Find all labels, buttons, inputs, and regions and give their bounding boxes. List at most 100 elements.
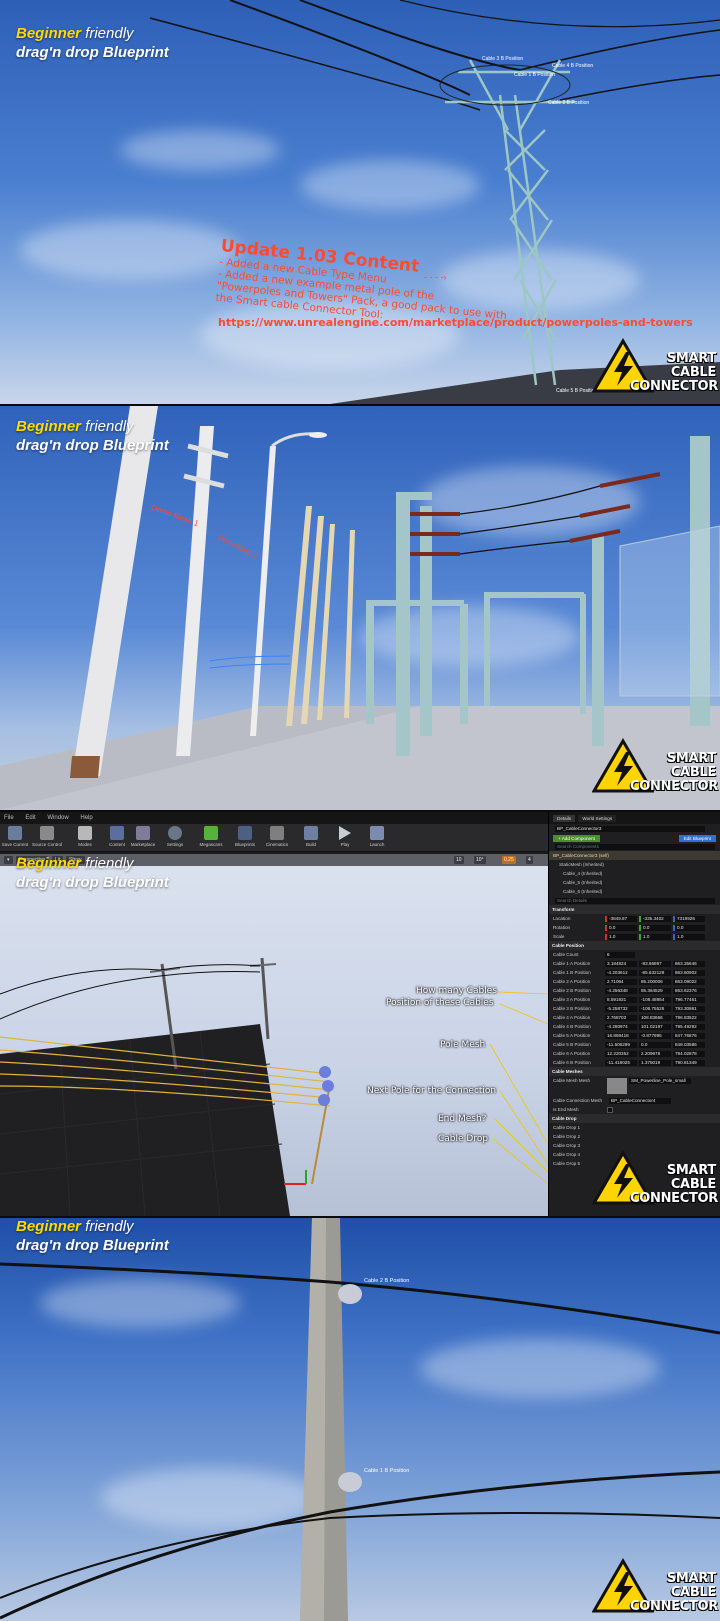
cable-drop-row[interactable]: Cable Drop 1 [549,1123,720,1132]
marketplace-button[interactable]: Marketplace [128,826,158,847]
cable-position-x[interactable]: 2.768703 [605,1015,637,1021]
megascans-button[interactable]: Megascans [196,826,226,847]
play-button[interactable]: Play [330,826,360,847]
component-item[interactable]: Cable_6 (Inherited) [549,887,720,896]
cable-position-y[interactable]: -83.66897 [639,961,671,967]
mesh-thumbnail[interactable] [607,1078,627,1094]
cable-position-y[interactable]: 101.02197 [639,1024,671,1030]
cable-position-row: Cable 1 A Position 3.184824 -83.66897 863.3… [549,959,720,968]
cable-position-label: Cable 4 A Position [553,1015,591,1021]
cable-position-x[interactable]: -4.203612 [605,970,637,976]
cable-position-z[interactable]: 847.76876 [673,1033,705,1039]
toolbar-label: Source Control [32,842,63,847]
connection-mesh-select[interactable]: BP_CableConnector4 [609,1098,671,1104]
logo-line2: CONNECTOR [630,779,719,794]
source-control-icon [40,826,54,840]
location-z[interactable]: 7319926 [673,916,705,922]
showcase-panel-closeup: Cable 2 B Position Cable 1 B Position Be… [0,1218,720,1621]
tagline-rest: friendly [81,855,134,872]
cable-position-y[interactable]: -108.48954 [639,997,671,1003]
rotation-z[interactable]: 0.0 [673,925,705,931]
search-details-input[interactable]: Search Details [555,898,715,904]
menu-file[interactable]: File [4,815,14,821]
cable-position-x[interactable]: 16.869418 [605,1033,637,1039]
save-current-button[interactable]: Save Current [0,826,30,847]
edit-blueprint-button[interactable]: Edit Blueprint [678,835,716,842]
cable-position-y[interactable]: -85.632129 [639,970,671,976]
cable-position-x[interactable]: 8.591931 [605,997,637,1003]
section-cable-meshes[interactable]: Cable Meshes [549,1067,720,1076]
cable-position-x[interactable]: -11.506299 [605,1042,637,1048]
location-y[interactable]: -335.3402 [639,916,671,922]
rotation-y[interactable]: 0.0 [639,925,671,931]
component-item[interactable]: Cable_4 (Inherited) [549,869,720,878]
add-component-button[interactable]: + Add Component [553,835,600,842]
cable-position-z[interactable]: 794.02878 [673,1051,705,1057]
cable-drop-row[interactable]: Cable Drop 2 [549,1132,720,1141]
cable-position-z[interactable]: 793.30861 [673,1006,705,1012]
cable-position-y[interactable]: -0.877995 [639,1033,671,1039]
cable-position-x[interactable]: -4.280974 [605,1024,637,1030]
search-components-input[interactable]: Search Components [555,844,715,850]
cable-mesh-select[interactable]: SM_Powerline_Pole_small [629,1078,691,1084]
section-transform[interactable]: Transform [549,905,720,914]
location-x[interactable]: -3849.87 [605,916,637,922]
cable-position-z[interactable]: 863.62376 [673,988,705,994]
toolbar-label: Content [109,842,125,847]
cable-position-y[interactable]: 0.0 [639,1042,671,1048]
cable-position-z[interactable]: 863.35646 [673,961,705,967]
cable-position-rows: Cable 1 A Position 3.184824 -83.66897 863.3… [549,959,720,1067]
source-control-button[interactable]: Source Control [32,826,62,847]
section-cable-drop[interactable]: Cable Drop [549,1114,720,1123]
component-search-row: Search Components [549,842,720,851]
end-mesh-checkbox[interactable] [607,1107,613,1113]
cable-position-z[interactable]: 863.09022 [673,979,705,985]
cable-position-x[interactable]: 3.184824 [605,961,637,967]
cable-position-z[interactable]: 848.03586 [673,1042,705,1048]
component-item[interactable]: StaticMesh (Inherited) [549,860,720,869]
cable-mesh-label: Cable Mesh Mesh [553,1078,591,1083]
cable-position-y[interactable]: 85.364529 [639,988,671,994]
cable-position-y[interactable]: -106.75526 [639,1006,671,1012]
section-cable-position[interactable]: Cable Position [549,941,720,950]
logo-text: SMART CABLE CONNECTOR [630,352,718,394]
menu-help[interactable]: Help [80,815,92,821]
scale-z[interactable]: 1.0 [673,934,705,940]
cable-position-x[interactable]: 2.71064 [605,979,637,985]
tab-world-settings[interactable]: World Settings [578,815,617,822]
cable-position-x[interactable]: 12.220352 [605,1051,637,1057]
scale-x[interactable]: 1.0 [605,934,637,940]
modes-button[interactable]: Modes [70,826,100,847]
cable-position-z[interactable]: 863.60902 [673,970,705,976]
cable-position-z[interactable]: 795.49292 [673,1024,705,1030]
cable-position-y[interactable]: 1.375019 [639,1060,671,1066]
cable-position-z[interactable]: 796.83522 [673,1015,705,1021]
rotation-x[interactable]: 0.0 [605,925,637,931]
logo-text: SMART CABLE CONNECTOR [630,752,719,794]
cable-position-y[interactable]: 108.83666 [639,1015,671,1021]
cable-position-x[interactable]: -11.418025 [605,1060,637,1066]
actor-name-field[interactable]: BP_CableConnector3 [555,826,705,832]
build-button[interactable]: Build [296,826,326,847]
menu-edit[interactable]: Edit [25,815,35,821]
logo-text: SMART CABLE CONNECTOR [630,1572,718,1614]
tab-details[interactable]: Details [553,815,576,822]
launch-button[interactable]: Launch [362,826,392,847]
cable-position-z[interactable]: 790.81349 [673,1060,705,1066]
scale-y[interactable]: 1.0 [639,934,671,940]
cinematics-button[interactable]: Cinematics [262,826,292,847]
blueprints-button[interactable]: Blueprints [230,826,260,847]
cable-position-z[interactable]: 796.77461 [673,997,705,1003]
menu-window[interactable]: Window [47,815,68,821]
cable-position-x[interactable]: -5.258732 [605,1006,637,1012]
component-item[interactable]: Cable_5 (Inherited) [549,878,720,887]
component-root[interactable]: BP_CableConnector3 (self) [549,851,720,860]
cable-position-y[interactable]: 85.200006 [639,979,671,985]
level-viewport[interactable]: ▾ Perspective Lit Show 10 10° 0.25 4 How… [0,854,548,1216]
cable-position-x[interactable]: -4.256348 [605,988,637,994]
megascans-icon [204,826,218,840]
settings-button[interactable]: Settings [160,826,190,847]
cable-count-field[interactable]: 6 [605,952,635,958]
cable-position-y[interactable]: 2.209678 [639,1051,671,1057]
tagline-highlight: Beginner [16,855,82,872]
